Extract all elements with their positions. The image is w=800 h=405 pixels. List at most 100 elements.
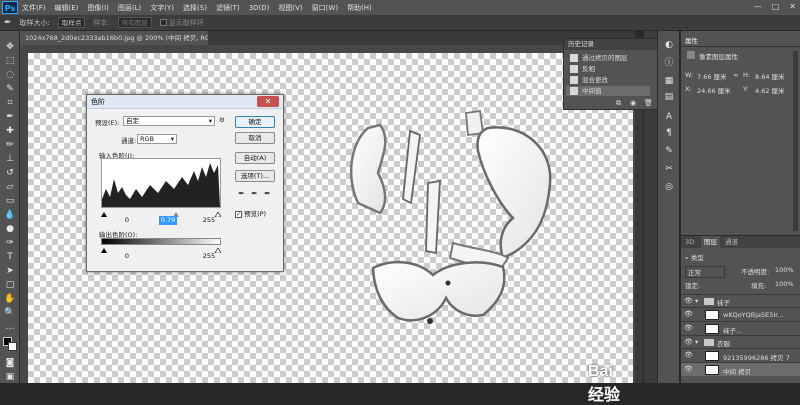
menu-3d[interactable]: 3D(D) bbox=[249, 4, 270, 12]
new-document-from-state-icon[interactable]: ⧉ bbox=[616, 99, 621, 108]
clone-stamp-icon[interactable]: ⊥ bbox=[3, 153, 17, 165]
fill-value[interactable]: 100% bbox=[775, 280, 794, 288]
trash-icon[interactable]: 🗑 bbox=[644, 99, 653, 107]
menu-image[interactable]: 图像(I) bbox=[87, 3, 109, 13]
crop-tool-icon[interactable]: ⌗ bbox=[3, 97, 17, 109]
marquee-tool-icon[interactable]: ⬚ bbox=[3, 55, 17, 67]
layer-row[interactable]: 👁 92135996286 拷贝 7 bbox=[681, 348, 800, 362]
lasso-tool-icon[interactable]: ◌ bbox=[3, 69, 17, 81]
input-gamma-value[interactable]: 0.79 bbox=[159, 216, 177, 225]
preview-checkbox[interactable]: ✓ bbox=[235, 210, 242, 218]
swatches-icon[interactable]: ▤ bbox=[662, 91, 676, 103]
screen-mode-icon[interactable]: ▣ bbox=[3, 371, 17, 383]
white-eyedropper-icon[interactable]: ✒ bbox=[263, 189, 272, 198]
layer-group-row[interactable]: 👁 ▾ 袜子 bbox=[681, 294, 800, 307]
brush-preset-icon[interactable]: ✎ bbox=[662, 145, 676, 157]
eyedropper-tool-icon[interactable]: ✒ bbox=[4, 18, 12, 28]
history-item[interactable]: 反相 bbox=[566, 64, 650, 74]
levels-auto-button[interactable]: 自动(A) bbox=[235, 152, 275, 164]
history-item[interactable]: 混合更改 bbox=[566, 75, 650, 85]
color-icon[interactable]: ▦ bbox=[662, 75, 676, 87]
show-ring-checkbox[interactable] bbox=[159, 19, 167, 26]
menu-select[interactable]: 选择(S) bbox=[183, 3, 207, 13]
close-icon[interactable]: ✕ bbox=[789, 2, 796, 11]
document-tab[interactable]: 1024x768_2d0ec2333ab16b0.jpg @ 200% (中间 … bbox=[20, 31, 208, 45]
eraser-tool-icon[interactable]: ▱ bbox=[3, 181, 17, 193]
gray-eyedropper-icon[interactable]: ✒ bbox=[250, 189, 259, 198]
type-tool-icon[interactable]: T bbox=[3, 251, 17, 263]
menu-file[interactable]: 文件(F) bbox=[22, 3, 46, 13]
output-white-value[interactable]: 255 bbox=[201, 252, 217, 261]
opacity-value[interactable]: 100% bbox=[775, 266, 794, 274]
sample-size-select[interactable]: 取样点 bbox=[57, 17, 86, 28]
levels-cancel-button[interactable]: 取消 bbox=[235, 132, 275, 144]
link-icon[interactable]: ∞ bbox=[733, 71, 738, 79]
properties-tab[interactable]: 属性 bbox=[685, 35, 698, 47]
history-item[interactable]: 通过拷贝的图层 bbox=[566, 53, 650, 63]
black-eyedropper-icon[interactable]: ✒ bbox=[237, 189, 246, 198]
shape-tool-icon[interactable]: ▢ bbox=[3, 279, 17, 291]
output-black-slider[interactable] bbox=[101, 248, 107, 253]
x-value[interactable]: 24.66 厘米 bbox=[697, 85, 731, 95]
expand-chevron-icon[interactable]: ▾ bbox=[695, 297, 698, 305]
expand-chevron-icon[interactable]: ▾ bbox=[695, 338, 698, 346]
tab-layers[interactable]: 图层 bbox=[701, 236, 720, 248]
input-white-value[interactable]: 255 bbox=[201, 216, 217, 225]
y-value[interactable]: 4.62 厘米 bbox=[755, 85, 785, 95]
move-tool-icon[interactable]: ✥ bbox=[3, 41, 17, 53]
properties-scrollbar[interactable] bbox=[793, 51, 798, 231]
preview-option[interactable]: ✓ 预览(P) bbox=[235, 208, 266, 218]
input-slider-track[interactable] bbox=[101, 210, 222, 218]
maximize-icon[interactable]: □ bbox=[772, 2, 780, 11]
layer-row-selected[interactable]: 👁 中间 拷贝 bbox=[681, 362, 800, 376]
path-select-icon[interactable]: ➤ bbox=[3, 265, 17, 277]
visibility-eye-icon[interactable]: 👁 bbox=[684, 351, 693, 360]
layer-filter[interactable]: ⌕ 类型 bbox=[685, 252, 704, 263]
zoom-tool-icon[interactable]: 🔍 bbox=[3, 307, 17, 319]
layer-group-row[interactable]: 👁 ▾ 衣服 bbox=[681, 335, 800, 348]
input-black-slider[interactable] bbox=[101, 212, 107, 217]
levels-options-button[interactable]: 选项(T)... bbox=[235, 170, 275, 182]
tool-presets-icon[interactable]: ✂ bbox=[662, 163, 676, 175]
background-color-swatch[interactable] bbox=[8, 342, 17, 351]
visibility-eye-icon[interactable]: 👁 bbox=[684, 324, 693, 333]
show-sampling-ring[interactable]: 显示取样环 bbox=[159, 18, 204, 28]
output-black-value[interactable]: 0 bbox=[121, 252, 133, 261]
menu-layer[interactable]: 图层(L) bbox=[118, 3, 141, 13]
menu-window[interactable]: 窗口(W) bbox=[312, 3, 338, 13]
visibility-eye-icon[interactable]: 👁 bbox=[684, 297, 693, 306]
layer-row[interactable]: 👁 wKQoYQBjaSE5Ir... bbox=[681, 307, 800, 321]
output-slider-track[interactable] bbox=[101, 246, 222, 254]
quick-select-tool-icon[interactable]: ✎ bbox=[3, 83, 17, 95]
blur-tool-icon[interactable]: 💧 bbox=[3, 209, 17, 221]
channel-select[interactable]: RGB ▾ bbox=[137, 134, 177, 144]
hand-tool-icon[interactable]: ✋ bbox=[3, 293, 17, 305]
brush-tool-icon[interactable]: ✏ bbox=[3, 139, 17, 151]
healing-brush-icon[interactable]: ✚ bbox=[3, 125, 17, 137]
width-value[interactable]: 7.66 厘米 bbox=[697, 71, 727, 81]
preset-select[interactable]: 自定 ▾ bbox=[123, 116, 215, 126]
levels-ok-button[interactable]: 确定 bbox=[235, 116, 275, 128]
paragraph-icon[interactable]: ¶ bbox=[662, 127, 676, 139]
levels-close-button[interactable]: ✕ bbox=[257, 96, 279, 107]
eyedropper-icon[interactable]: ✒ bbox=[3, 111, 17, 123]
menu-help[interactable]: 帮助(H) bbox=[347, 3, 372, 13]
visibility-eye-icon[interactable]: 👁 bbox=[684, 338, 693, 347]
info-icon[interactable]: ⓘ bbox=[662, 57, 676, 69]
gradient-tool-icon[interactable]: ▭ bbox=[3, 195, 17, 207]
tab-3d[interactable]: 3D bbox=[685, 236, 694, 248]
blend-mode-select[interactable]: 正常 bbox=[685, 266, 725, 278]
height-value[interactable]: 8.64 厘米 bbox=[755, 71, 785, 81]
menu-type[interactable]: 文字(Y) bbox=[150, 3, 174, 13]
snapshot-icon[interactable]: ◉ bbox=[630, 99, 636, 107]
history-brush-icon[interactable]: ↺ bbox=[3, 167, 17, 179]
preset-options-icon[interactable]: ⚙ bbox=[219, 116, 225, 124]
quick-mask-icon[interactable]: ◙ bbox=[3, 357, 17, 369]
more-tools-icon[interactable]: … bbox=[3, 321, 17, 333]
pen-tool-icon[interactable]: ✑ bbox=[3, 237, 17, 249]
tab-channels[interactable]: 通道 bbox=[725, 236, 738, 248]
styles-icon[interactable]: ◎ bbox=[662, 181, 676, 193]
menu-filter[interactable]: 滤镜(T) bbox=[216, 3, 240, 13]
levels-titlebar[interactable]: 色阶 ✕ bbox=[87, 95, 283, 109]
adjustments-icon[interactable]: ◐ bbox=[662, 39, 676, 51]
